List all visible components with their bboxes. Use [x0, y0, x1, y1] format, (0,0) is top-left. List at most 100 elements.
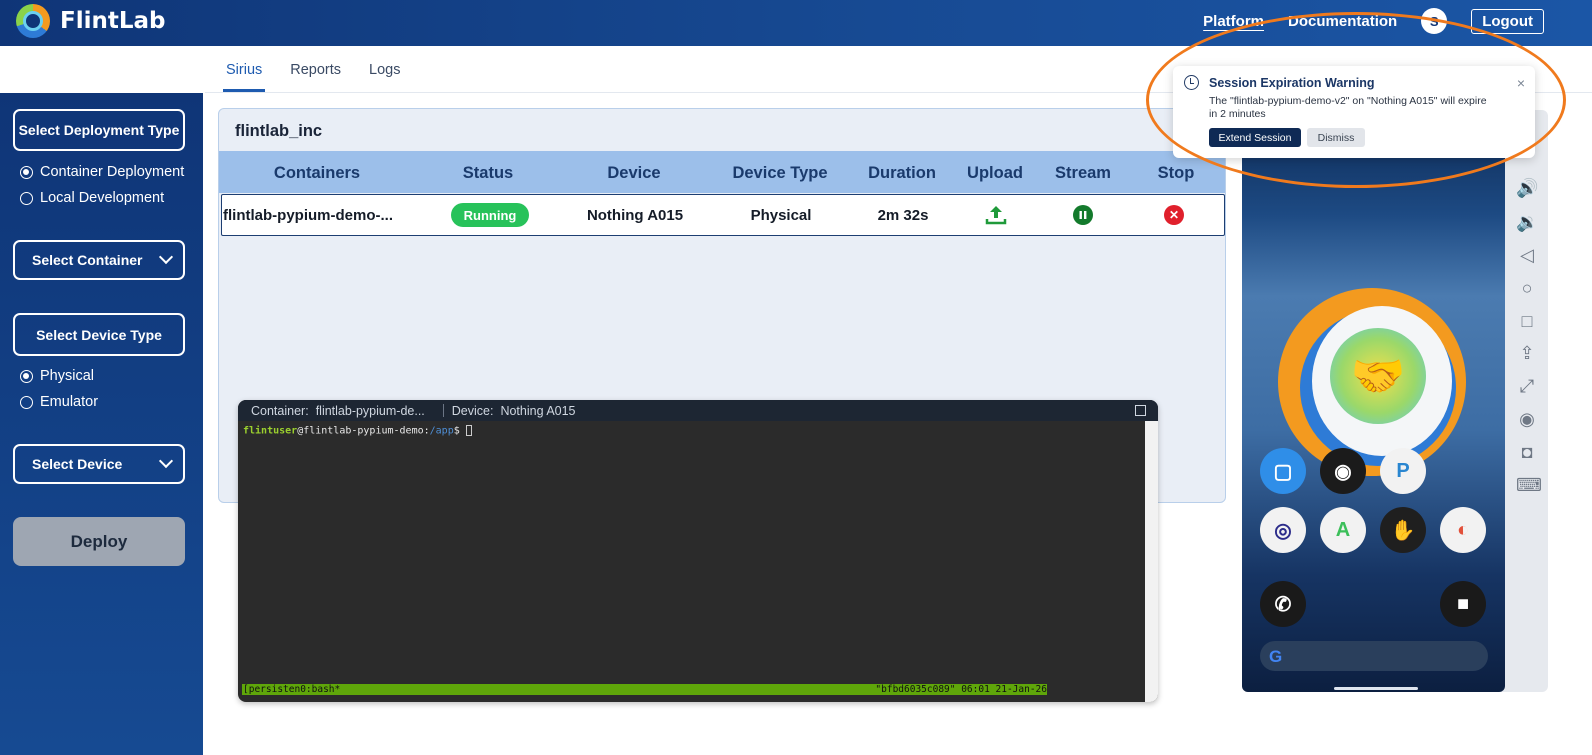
radio-container-deployment[interactable]: Container Deployment	[20, 164, 184, 180]
column-status: Status	[462, 164, 514, 182]
column-stop: Stop	[1157, 164, 1195, 182]
radio-selected-icon	[20, 165, 33, 179]
google-icon: G	[1269, 647, 1283, 666]
nav-documentation-link[interactable]: Documentation	[1288, 13, 1397, 30]
status-badge: Running	[451, 203, 529, 227]
column-duration: Duration	[868, 164, 936, 182]
column-upload: Upload	[967, 164, 1023, 182]
home-icon[interactable]: ○	[1516, 278, 1538, 299]
toast-message: The "flintlab-pypium-demo-v2" on "Nothin…	[1209, 95, 1487, 120]
table-header: Containers Status Device Device Type Dur…	[219, 151, 1225, 193]
app-icon[interactable]: A	[1320, 507, 1366, 553]
tab-logs[interactable]: Logs	[369, 46, 400, 94]
brand-name: FlintLab	[60, 8, 166, 34]
select-container-dropdown[interactable]: Select Container	[13, 240, 185, 280]
table-row[interactable]: flintlab-pypium-demo-... Running Nothing…	[221, 194, 1225, 236]
deploy-button[interactable]: Deploy	[13, 517, 185, 566]
tab-bar: Sirius Reports Logs	[222, 46, 401, 94]
column-stream: Stream	[1055, 164, 1111, 182]
select-device-type-label: Select Device Type	[36, 326, 162, 343]
clock-icon	[1184, 75, 1199, 90]
select-device-label: Select Device	[32, 456, 123, 472]
radio-physical[interactable]: Physical	[20, 368, 94, 384]
select-deployment-type-button[interactable]: Select Deployment Type	[13, 109, 185, 151]
pause-stream-icon[interactable]	[1073, 205, 1093, 225]
upload-file-icon[interactable]: ⇪	[1516, 343, 1538, 364]
terminal-device-label: Device:	[451, 403, 494, 418]
avatar[interactable]: S	[1421, 8, 1448, 34]
sidebar: Select Deployment Type Container Deploym…	[0, 93, 203, 755]
record-icon[interactable]: ◉	[1516, 409, 1538, 430]
radio-unselected-icon	[20, 191, 33, 205]
column-device-type: Device Type	[732, 164, 828, 182]
back-icon[interactable]: ◁	[1516, 245, 1538, 266]
app-icon[interactable]: ◐	[1440, 507, 1486, 553]
upload-icon[interactable]	[984, 203, 1008, 227]
dismiss-button[interactable]: Dismiss	[1307, 128, 1365, 147]
volume-down-icon[interactable]: 🔉	[1516, 212, 1538, 233]
radio-local-development[interactable]: Local Development	[20, 190, 164, 206]
logout-button[interactable]: Logout	[1471, 8, 1544, 34]
select-deployment-type-label: Select Deployment Type	[18, 122, 180, 138]
tmux-status-right: "bfbd6035c089" 06:01 21-Jan-26	[875, 684, 1047, 695]
terminal-window[interactable]: Container: flintlab-pypium-de... Device:…	[238, 400, 1158, 702]
screenshot-camera-icon[interactable]: ◘	[1516, 442, 1538, 463]
chevron-down-icon	[158, 453, 174, 469]
volume-up-icon[interactable]: 🔊	[1516, 178, 1538, 199]
terminal-scrollbar[interactable]	[1145, 421, 1158, 702]
app-icon[interactable]: ◉	[1320, 448, 1366, 494]
radio-label: Container Deployment	[40, 164, 185, 180]
column-device: Device	[607, 164, 661, 182]
cursor	[465, 425, 472, 436]
terminal-prompt: flintuser@flintlab-pypium-demo:/app$	[243, 425, 472, 437]
radio-label: Emulator	[40, 394, 99, 410]
brand[interactable]: FlintLab	[16, 4, 166, 38]
fullscreen-icon[interactable]	[1135, 405, 1146, 416]
select-device-dropdown[interactable]: Select Device	[13, 444, 185, 484]
close-icon[interactable]: ×	[1517, 75, 1525, 91]
radio-emulator[interactable]: Emulator	[20, 394, 98, 410]
device-screen[interactable]: 🤝 ▢ ◉ P ◎ A ✋ ◐ ✆ ■ G	[1242, 110, 1505, 692]
extend-session-button[interactable]: Extend Session	[1209, 128, 1301, 147]
terminal-status-bar: [persisten0:bash* "bfbd6035c089" 06:01 2…	[242, 684, 1047, 695]
device-stream-panel: 🤝 ▢ ◉ P ◎ A ✋ ◐ ✆ ■ G 🔊 🔉 ◁ ○ □ ⇪ ⤢ ◉ ◘ …	[1242, 110, 1548, 692]
select-device-type-button[interactable]: Select Device Type	[13, 313, 185, 356]
keyboard-icon[interactable]: ⌨	[1516, 475, 1542, 496]
org-name: flintlab_inc	[235, 122, 323, 140]
device-name: Nothing A015	[586, 207, 684, 224]
nav-platform-link[interactable]: Platform	[1203, 13, 1264, 30]
chevron-down-icon	[158, 249, 174, 265]
terminal-header: Container: flintlab-pypium-de... Device:…	[238, 400, 1158, 421]
expand-icon[interactable]: ⤢	[1516, 376, 1538, 397]
device-type: Physical	[750, 207, 812, 224]
top-bar: FlintLab Platform Documentation S Logout	[0, 0, 1592, 46]
terminal-device-value: Nothing A015	[500, 403, 576, 418]
app-icon[interactable]: P	[1380, 448, 1426, 494]
recents-icon[interactable]: □	[1516, 311, 1538, 332]
flintlab-logo-icon	[16, 4, 50, 38]
radio-label: Physical	[40, 368, 94, 384]
home-indicator	[1334, 687, 1418, 690]
tab-sirius[interactable]: Sirius	[222, 46, 266, 94]
radio-unselected-icon	[20, 395, 33, 409]
terminal-container-value: flintlab-pypium-de...	[315, 403, 425, 418]
app-icon[interactable]: ▢	[1260, 448, 1306, 494]
top-nav: Platform Documentation S Logout	[1203, 8, 1544, 34]
app-icon[interactable]: ✋	[1380, 507, 1426, 553]
radio-label: Local Development	[40, 190, 165, 206]
container-name: flintlab-pypium-demo-...	[223, 207, 393, 224]
app-icon[interactable]: ◎	[1260, 507, 1306, 553]
session-expiration-toast: Session Expiration Warning × The "flintl…	[1173, 66, 1535, 158]
toast-title: Session Expiration Warning	[1209, 76, 1375, 90]
phone-app-icon[interactable]: ✆	[1260, 581, 1306, 627]
google-search-bar[interactable]: G	[1260, 641, 1488, 671]
duration: 2m 32s	[877, 207, 929, 224]
select-container-label: Select Container	[32, 252, 143, 268]
tmux-window-label: [persisten0:bash*	[243, 684, 341, 695]
terminal-container-label: Container:	[251, 403, 309, 418]
tab-reports[interactable]: Reports	[290, 46, 341, 94]
column-containers: Containers	[273, 164, 361, 182]
camera-app-icon[interactable]: ■	[1440, 581, 1486, 627]
stop-close-icon[interactable]: ✕	[1164, 205, 1184, 225]
radio-selected-icon	[20, 369, 33, 383]
